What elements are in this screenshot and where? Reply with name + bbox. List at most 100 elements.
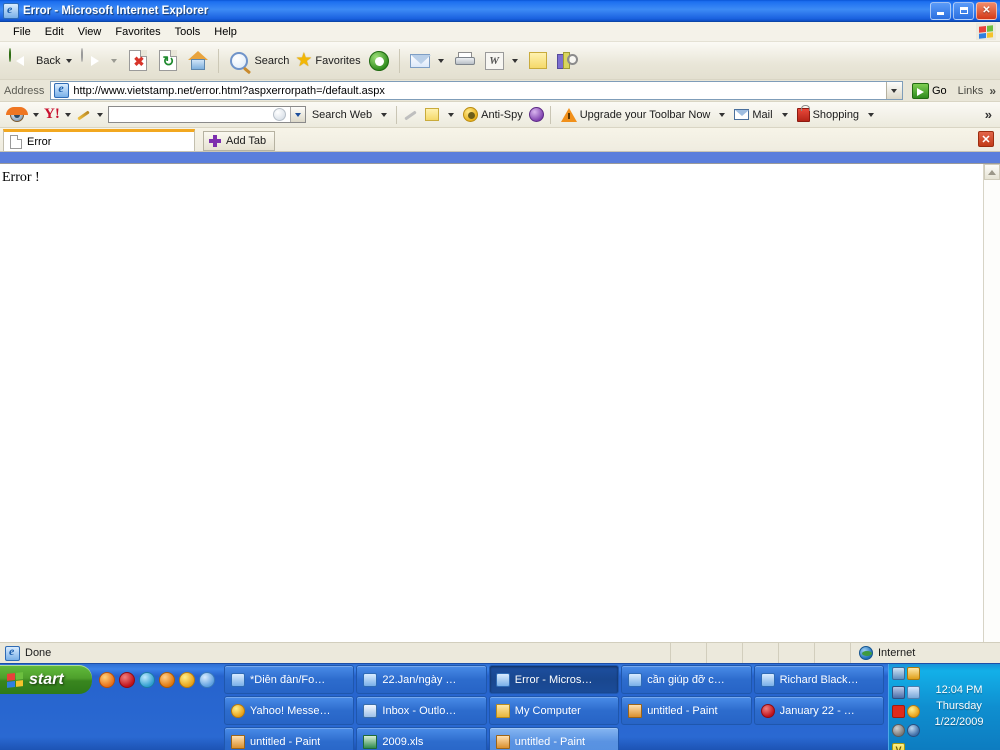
yahoo-messenger-tray-icon[interactable] (907, 705, 920, 718)
address-input[interactable]: http://www.vietstamp.net/error.html?aspx… (50, 81, 903, 100)
media-orb-icon[interactable] (528, 107, 544, 122)
task-button[interactable]: Richard Black… (753, 665, 884, 694)
mail-dropdown-icon[interactable] (437, 58, 444, 63)
menu-item-tools[interactable]: Tools (168, 25, 208, 39)
tab-error[interactable]: Error (3, 129, 195, 151)
highlighter-icon[interactable] (403, 108, 419, 122)
volume-icon[interactable] (892, 724, 905, 737)
start-button[interactable]: start (0, 665, 92, 694)
antivirus-icon[interactable] (892, 705, 905, 718)
media-player-icon[interactable] (159, 671, 175, 688)
title-bar: Error - Microsoft Internet Explorer ✕ (0, 0, 1000, 22)
task-button[interactable]: cần giúp đỡ c… (621, 665, 752, 694)
favorites-button[interactable]: ★ Favorites (292, 46, 363, 76)
links-chevron-icon[interactable]: » (989, 84, 1000, 98)
notes-button[interactable] (524, 46, 552, 76)
scroll-up-button[interactable] (984, 164, 1000, 180)
yahoo-search-input[interactable] (107, 106, 306, 123)
edit-dropdown-icon[interactable] (511, 58, 518, 63)
popup-blocker-button[interactable] (421, 108, 443, 121)
task-button[interactable]: untitled - Paint (621, 696, 752, 725)
yahoo-toolbar: Y! Search Web Anti-Spy Upgrade your Tool… (0, 102, 1000, 128)
yahoo-mail-button[interactable]: Mail (730, 109, 776, 121)
task-button-hover[interactable]: untitled - Paint (488, 727, 620, 750)
anti-spy-button[interactable]: Anti-Spy (459, 107, 527, 122)
note-icon (528, 52, 547, 69)
yahoo-search-dropdown-button[interactable] (289, 107, 305, 122)
yahoo-toolbar-overflow-icon[interactable]: » (985, 107, 1000, 122)
page-icon (54, 81, 70, 98)
star-icon: ★ (295, 50, 313, 71)
envelope-icon (409, 53, 431, 68)
pencil-icon[interactable] (76, 108, 92, 122)
restore-button[interactable] (953, 1, 974, 20)
yahoo-eye-icon[interactable] (6, 106, 28, 123)
task-button-active[interactable]: Error - Micros… (488, 665, 620, 694)
popup-blocker-dropdown-icon[interactable] (448, 112, 455, 117)
links-button[interactable]: Links (956, 85, 986, 97)
task-button[interactable]: *Diễn đàn/Fo… (224, 665, 355, 694)
start-label: start (29, 670, 64, 688)
menu-item-favorites[interactable]: Favorites (108, 25, 167, 39)
task-button[interactable]: Yahoo! Messe… (224, 696, 355, 725)
media-button[interactable] (364, 46, 394, 76)
forward-dropdown-icon[interactable] (111, 58, 118, 63)
internet-explorer-icon[interactable] (199, 671, 215, 688)
stop-button[interactable]: ✖ (123, 46, 153, 76)
yahoo-search-field[interactable] (109, 107, 290, 122)
edit-word-button[interactable]: W (480, 46, 524, 76)
menu-item-view[interactable]: View (71, 25, 109, 39)
minimize-button[interactable] (930, 1, 951, 20)
add-tab-label: Add Tab (226, 135, 267, 147)
upgrade-dropdown-icon[interactable] (719, 112, 726, 117)
yahoo-logo-dropdown-icon[interactable] (64, 112, 71, 117)
paint-icon (231, 734, 245, 749)
add-tab-button[interactable]: Add Tab (203, 131, 276, 151)
task-button[interactable]: untitled - Paint (224, 727, 355, 750)
opera-icon[interactable] (119, 671, 135, 688)
firefox-icon[interactable] (99, 671, 115, 688)
mail-dropdown-icon-2[interactable] (781, 112, 788, 117)
search-web-button[interactable]: Search Web (308, 109, 376, 121)
search-button[interactable]: Search (224, 46, 292, 76)
upgrade-toolbar-button[interactable]: Upgrade your Toolbar Now (557, 107, 715, 122)
vietkey-icon[interactable]: V (892, 743, 905, 750)
network-icon[interactable] (892, 667, 905, 680)
home-button[interactable] (183, 46, 213, 76)
messenger-icon[interactable] (907, 686, 920, 699)
yahoo-separator-1 (396, 105, 398, 124)
mail-notify-icon[interactable] (907, 667, 920, 680)
menu-item-edit[interactable]: Edit (38, 25, 71, 39)
task-button[interactable]: My Computer (488, 696, 620, 725)
go-button[interactable]: Go (907, 82, 952, 99)
close-tab-button[interactable]: ✕ (978, 131, 994, 147)
refresh-button[interactable]: ↻ (153, 46, 183, 76)
print-button[interactable] (450, 46, 480, 76)
clock[interactable]: 12:04 PM Thursday 1/22/2009 (921, 666, 997, 748)
yahoo-logo-icon[interactable]: Y! (44, 107, 60, 122)
display-icon[interactable] (892, 686, 905, 699)
yahoo-eye-dropdown-icon[interactable] (33, 112, 39, 117)
pencil-dropdown-icon[interactable] (96, 112, 103, 117)
forward-button[interactable] (78, 46, 123, 76)
ie-icon (363, 672, 378, 687)
task-button[interactable]: 2009.xls (356, 727, 487, 750)
browser-icon[interactable] (139, 671, 155, 688)
task-button[interactable]: Inbox - Outlo… (356, 696, 487, 725)
shopping-dropdown-icon[interactable] (868, 112, 875, 117)
menu-item-help[interactable]: Help (207, 25, 244, 39)
menu-item-file[interactable]: File (6, 25, 38, 39)
security-zone[interactable]: Internet (850, 643, 1000, 663)
research-button[interactable] (552, 46, 582, 76)
task-button[interactable]: 22.Jan/ngày … (356, 665, 487, 694)
address-dropdown-button[interactable] (885, 82, 902, 99)
back-button[interactable]: Back (6, 46, 78, 76)
search-web-dropdown-icon[interactable] (381, 112, 388, 117)
close-button[interactable]: ✕ (976, 1, 997, 20)
updates-icon[interactable] (907, 724, 920, 737)
mail-button[interactable] (405, 46, 450, 76)
shopping-button[interactable]: Shopping (793, 104, 864, 122)
back-dropdown-icon[interactable] (66, 58, 73, 63)
yahoo-messenger-icon[interactable] (179, 671, 195, 688)
task-button[interactable]: January 22 - … (753, 696, 884, 725)
